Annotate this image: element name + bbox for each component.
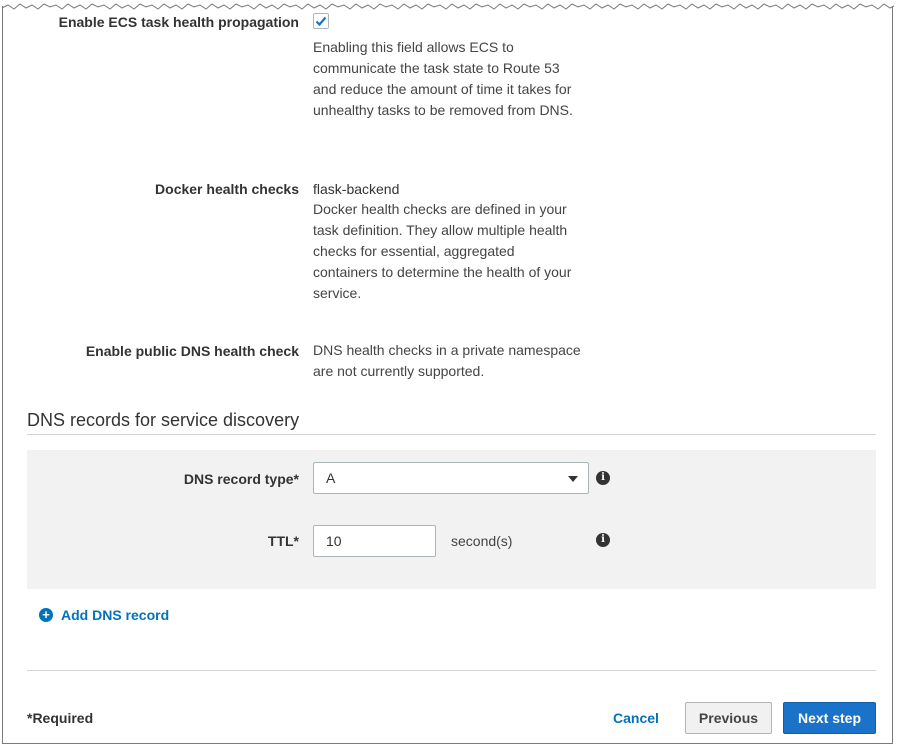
ttl-unit: second(s)	[451, 533, 513, 549]
docker-health-checks-label: Docker health checks	[155, 181, 299, 197]
ecs-health-propagation-label: Enable ECS task health propagation	[58, 14, 299, 30]
ttl-input[interactable]	[313, 525, 436, 557]
dns-record-type-label: DNS record type*	[183, 471, 299, 487]
checkmark-icon	[315, 16, 327, 27]
public-dns-health-check-label: Enable public DNS health check	[85, 343, 299, 359]
ttl-label: TTL*	[267, 533, 299, 549]
ecs-health-propagation-checkbox[interactable]	[313, 13, 329, 29]
info-icon[interactable]: i	[596, 533, 610, 547]
docker-health-checks-value: flask-backend	[313, 181, 400, 197]
chevron-down-icon	[568, 476, 578, 482]
info-icon[interactable]: i	[596, 471, 610, 485]
cancel-button[interactable]: Cancel	[613, 710, 659, 726]
docker-health-checks-description: Docker health checks are defined in your…	[313, 201, 572, 301]
required-note: *Required	[27, 710, 94, 726]
add-dns-record-link[interactable]: + Add DNS record	[39, 607, 169, 623]
next-step-button[interactable]: Next step	[783, 702, 876, 734]
public-dns-health-check-description: DNS health checks in a private namespace…	[313, 342, 581, 379]
footer-divider	[27, 670, 876, 671]
plus-circle-icon: +	[39, 608, 53, 622]
dns-record-type-value: A	[326, 470, 336, 486]
ecs-health-propagation-description: Enabling this field allows ECS to commun…	[313, 39, 573, 118]
add-dns-record-label: Add DNS record	[61, 607, 170, 623]
dns-record-type-select[interactable]: A	[313, 462, 589, 494]
dns-records-section-title: DNS records for service discovery	[27, 410, 300, 430]
section-divider	[27, 434, 876, 435]
previous-button[interactable]: Previous	[685, 702, 772, 734]
